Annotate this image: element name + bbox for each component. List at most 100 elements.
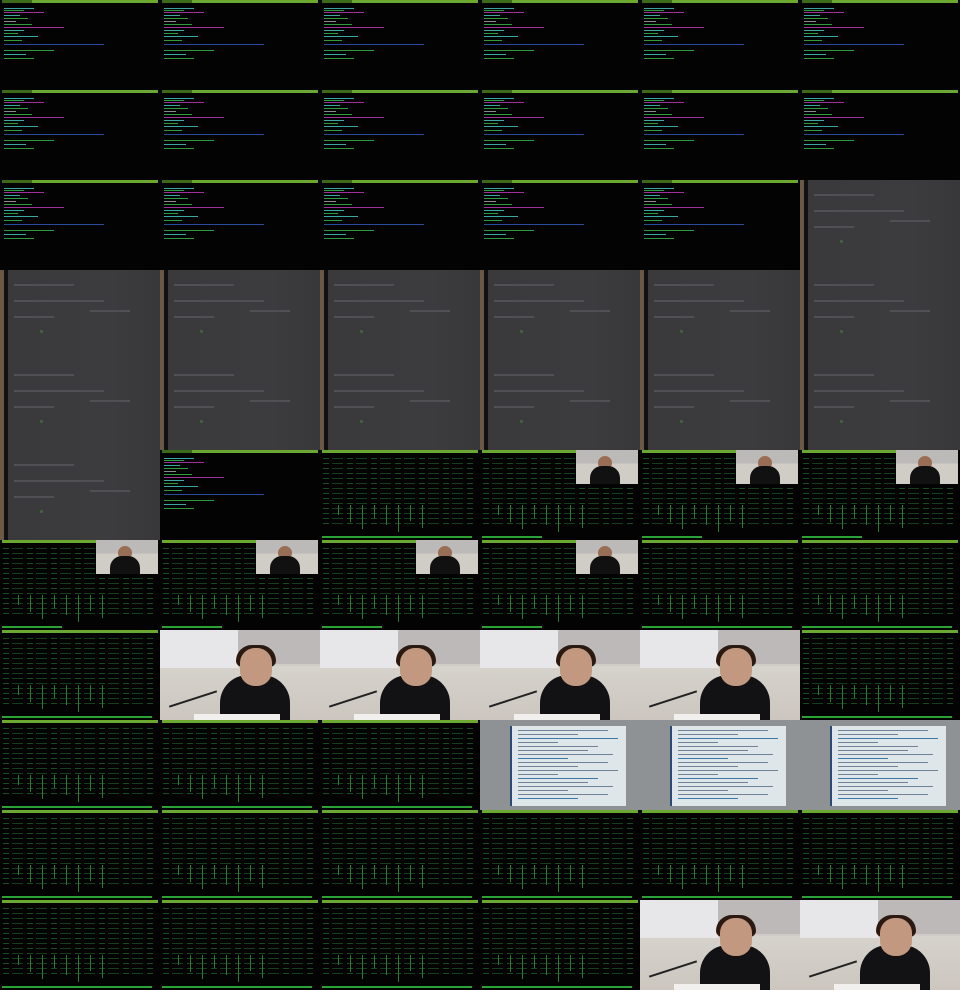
microphone [168, 690, 218, 708]
window-titlebar [2, 900, 158, 903]
window-titlebar [2, 810, 158, 813]
frame-thumbnail [160, 720, 320, 810]
frame-thumbnail [800, 630, 960, 720]
speaker-inset [256, 540, 318, 574]
document-page [670, 726, 786, 806]
microphone [808, 960, 858, 978]
frame-thumbnail [0, 630, 160, 720]
frame-thumbnail [320, 90, 480, 180]
frame-thumbnail [160, 900, 320, 990]
frame-thumbnail [320, 810, 480, 900]
window-titlebar [642, 0, 798, 3]
frame-thumbnail [640, 90, 800, 180]
window-titlebar [2, 90, 158, 93]
frame-thumbnail [800, 450, 960, 540]
window-titlebar [2, 180, 158, 183]
frame-thumbnail [320, 720, 480, 810]
window-titlebar [2, 630, 158, 633]
frame-thumbnail [480, 900, 640, 990]
frame-thumbnail [480, 810, 640, 900]
frame-thumbnail [320, 450, 480, 540]
window-titlebar [162, 90, 318, 93]
frame-thumbnail [320, 180, 480, 270]
window-titlebar [2, 0, 158, 3]
frame-thumbnail [800, 720, 960, 810]
frame-thumbnail [320, 360, 480, 450]
frame-thumbnail [480, 360, 640, 450]
frame-thumbnail [480, 450, 640, 540]
frame-thumbnail [480, 180, 640, 270]
frame-thumbnail [320, 630, 480, 720]
frame-thumbnail [800, 540, 960, 630]
frame-thumbnail [640, 450, 800, 540]
window-titlebar [162, 720, 318, 723]
speaker-inset [576, 450, 638, 484]
window-titlebar [162, 450, 318, 453]
window-titlebar [802, 810, 958, 813]
frame-thumbnail [480, 90, 640, 180]
frame-thumbnail [0, 810, 160, 900]
window-titlebar [642, 810, 798, 813]
frame-thumbnail [160, 90, 320, 180]
frame-thumbnail [800, 900, 960, 990]
podium [834, 984, 920, 990]
frame-thumbnail [640, 810, 800, 900]
frame-thumbnail [480, 720, 640, 810]
frame-thumbnail [160, 810, 320, 900]
frame-thumbnail [0, 900, 160, 990]
frame-thumbnail [640, 900, 800, 990]
frame-thumbnail [320, 270, 480, 360]
window-titlebar [482, 810, 638, 813]
frame-thumbnail [480, 630, 640, 720]
frame-thumbnail [0, 270, 160, 360]
microphone [488, 690, 538, 708]
window-titlebar [482, 90, 638, 93]
window-titlebar [322, 720, 478, 723]
window-titlebar [802, 0, 958, 3]
frame-thumbnail [480, 540, 640, 630]
window-titlebar [482, 0, 638, 3]
window-titlebar [642, 180, 798, 183]
window-titlebar [322, 180, 478, 183]
window-titlebar [162, 180, 318, 183]
frame-thumbnail [0, 0, 160, 90]
window-titlebar [2, 720, 158, 723]
frame-thumbnail [160, 270, 320, 360]
frame-thumbnail [800, 810, 960, 900]
frame-thumbnail [800, 0, 960, 90]
window-titlebar [322, 450, 478, 453]
window-titlebar [482, 180, 638, 183]
window-titlebar [482, 900, 638, 903]
frame-thumbnail [0, 180, 160, 270]
frame-thumbnail [160, 180, 320, 270]
podium [674, 984, 760, 990]
window-titlebar [322, 0, 478, 3]
microphone [648, 690, 698, 708]
frame-thumbnail [160, 630, 320, 720]
frame-thumbnail [480, 0, 640, 90]
window-titlebar [322, 900, 478, 903]
frame-thumbnail [640, 540, 800, 630]
speaker-inset [576, 540, 638, 574]
frame-thumbnail [320, 900, 480, 990]
window-titlebar [162, 810, 318, 813]
frame-thumbnail [800, 90, 960, 180]
frame-thumbnail [320, 540, 480, 630]
frame-thumbnail [160, 0, 320, 90]
frame-thumbnail [320, 0, 480, 90]
speaker-inset [896, 450, 958, 484]
frame-thumbnail [0, 450, 160, 540]
frame-thumbnail [0, 90, 160, 180]
frame-thumbnail [160, 540, 320, 630]
speaker-inset [416, 540, 478, 574]
frame-thumbnail [640, 360, 800, 450]
speaker-inset [96, 540, 158, 574]
frame-thumbnail [800, 270, 960, 360]
frame-thumbnail [640, 720, 800, 810]
frame-thumbnail [800, 180, 960, 270]
frame-thumbnail [0, 720, 160, 810]
frame-thumbnail [800, 360, 960, 450]
window-titlebar [802, 630, 958, 633]
frame-thumbnail [640, 0, 800, 90]
window-titlebar [322, 810, 478, 813]
